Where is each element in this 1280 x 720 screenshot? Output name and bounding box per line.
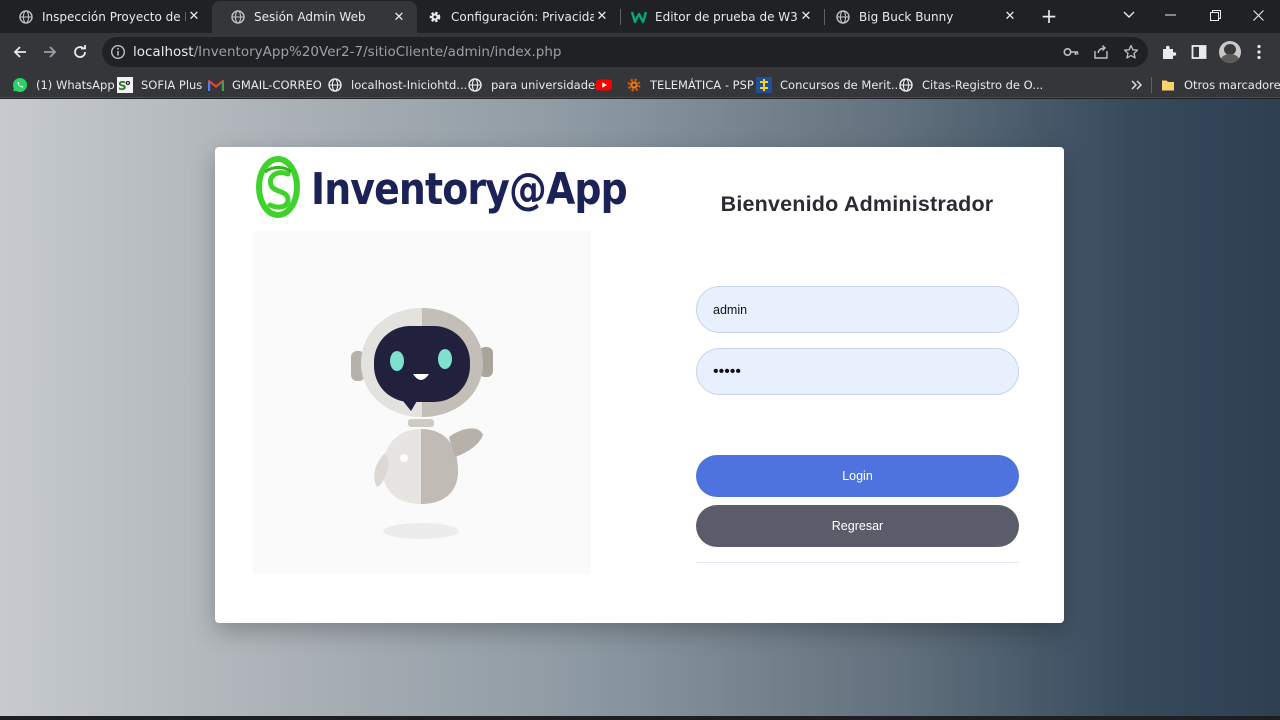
settings-icon	[626, 77, 642, 93]
bookmark-universidades[interactable]: para universidades	[467, 76, 601, 94]
form-divider	[696, 562, 1019, 563]
globe-icon	[327, 77, 343, 93]
bookmark-label: para universidades	[491, 78, 602, 92]
gmail-icon	[208, 77, 224, 93]
other-bookmarks-label: Otros marcadores	[1184, 78, 1280, 92]
close-tab-icon[interactable]: ✕	[391, 9, 407, 25]
tab-sesion-admin[interactable]: Sesión Admin Web ✕	[212, 1, 417, 33]
bookmark-citas[interactable]: Citas-Registro de O...	[898, 76, 1043, 94]
login-button[interactable]: Login	[696, 455, 1019, 497]
bookmark-label: (1) WhatsApp	[36, 78, 115, 92]
bookmark-star-icon[interactable]	[1123, 44, 1139, 60]
new-tab-button[interactable]: +	[1038, 4, 1060, 28]
robot-mascot-icon	[351, 308, 493, 539]
close-tab-icon[interactable]: ✕	[1002, 9, 1018, 25]
login-card: Inventory@App Bienvenido Administrador a…	[215, 147, 1064, 623]
folder-icon	[1160, 77, 1176, 93]
bookmark-whatsapp[interactable]: (1) WhatsApp	[12, 76, 115, 94]
sofia-icon: So	[117, 77, 133, 93]
tab-title: Sesión Admin Web	[254, 10, 366, 24]
info-icon[interactable]	[110, 44, 126, 60]
robot-illustration	[253, 231, 591, 574]
bookmarks-overflow-chevron-icon[interactable]	[1131, 76, 1143, 94]
share-icon[interactable]	[1093, 44, 1109, 60]
bookmarks-bar: (1) WhatsApp So SOFIA Plus GMAIL-CORREO …	[0, 71, 1280, 98]
restore-button[interactable]	[1193, 0, 1238, 30]
browser-toolbar: localhost/InventoryApp%20Ver2-7/sitioCli…	[0, 33, 1280, 71]
bookmark-label: localhost-Iniciohtd...	[351, 78, 468, 92]
globe-icon	[467, 77, 483, 93]
url-host: localhost	[133, 44, 194, 60]
tab-big-buck-bunny[interactable]: Big Buck Bunny ✕	[825, 0, 1028, 33]
url-path: /InventoryApp%20Ver2-7/sitioCliente/admi…	[193, 44, 562, 60]
svg-text:o: o	[126, 79, 131, 87]
bookmark-telematica[interactable]: TELEMÁTICA - PSP	[626, 76, 754, 94]
tab-configuracion[interactable]: Configuración: Privacidad y seguridad ✕	[417, 0, 620, 33]
bookmark-concursos[interactable]: Concursos de Merit...	[756, 76, 902, 94]
logo-text: Inventory@App	[311, 164, 628, 215]
whatsapp-icon	[12, 77, 28, 93]
tab-title: Inspección Proyecto de Formación	[42, 9, 186, 24]
tab-search-button[interactable]	[1106, 0, 1151, 30]
bookmark-sofia-plus[interactable]: So SOFIA Plus	[117, 76, 202, 94]
tab-title: Editor de prueba de W3Schools	[655, 9, 798, 24]
avatar-body	[1221, 54, 1239, 63]
welcome-heading: Bienvenido Administrador	[720, 192, 994, 216]
tab-w3schools[interactable]: Editor de prueba de W3Schools ✕	[621, 0, 824, 33]
globe-icon	[18, 9, 34, 25]
youtube-icon	[596, 77, 612, 93]
bookmark-localhost[interactable]: localhost-Iniciohtd...	[327, 76, 467, 94]
other-bookmarks-folder[interactable]: Otros marcadores	[1160, 76, 1280, 94]
bookmark-youtube[interactable]	[596, 76, 620, 94]
side-panel-icon[interactable]	[1190, 43, 1208, 61]
cnsc-icon	[756, 77, 772, 93]
forward-arrow-icon[interactable]	[36, 38, 64, 66]
reload-icon[interactable]	[66, 38, 94, 66]
bookmark-label: Citas-Registro de O...	[922, 78, 1044, 92]
bookmark-gmail[interactable]: GMAIL-CORREO	[208, 76, 322, 94]
close-window-button[interactable]	[1236, 0, 1280, 30]
tab-inspeccion[interactable]: Inspección Proyecto de Formación ✕	[0, 0, 212, 33]
bookmarks-separator	[1151, 77, 1152, 93]
globe-icon	[898, 77, 914, 93]
kebab-menu-icon[interactable]	[1250, 43, 1268, 61]
password-input[interactable]	[696, 348, 1019, 395]
tab-strip: Inspección Proyecto de Formación ✕ Sesió…	[0, 0, 1280, 33]
close-tab-icon[interactable]: ✕	[594, 9, 610, 25]
globe-icon	[835, 9, 851, 25]
bookmark-label: GMAIL-CORREO	[232, 78, 322, 92]
logo-swirl-icon	[256, 156, 300, 218]
bookmark-label: Concursos de Merit...	[780, 78, 902, 92]
back-button[interactable]: Regresar	[696, 505, 1019, 547]
url-text: localhost/InventoryApp%20Ver2-7/sitioCli…	[133, 44, 561, 60]
close-tab-icon[interactable]: ✕	[798, 9, 814, 25]
address-bar[interactable]: localhost/InventoryApp%20Ver2-7/sitioCli…	[102, 37, 1148, 67]
profile-avatar[interactable]	[1219, 41, 1241, 63]
tab-title: Big Buck Bunny	[859, 9, 954, 24]
page-viewport: Inventory@App Bienvenido Administrador a…	[0, 99, 1280, 716]
key-icon[interactable]	[1063, 44, 1079, 60]
minimize-button[interactable]	[1148, 0, 1193, 30]
globe-icon	[230, 9, 246, 25]
w3schools-icon	[631, 9, 647, 25]
bookmark-label: SOFIA Plus	[141, 78, 203, 92]
close-tab-icon[interactable]: ✕	[186, 9, 202, 25]
back-arrow-icon[interactable]	[6, 38, 34, 66]
window-bottom-edge	[0, 716, 1280, 720]
inventory-app-logo: Inventory@App	[255, 154, 628, 224]
bookmark-label: TELEMÁTICA - PSP	[650, 78, 754, 92]
username-input[interactable]	[696, 286, 1019, 333]
tab-title: Configuración: Privacidad y seguridad	[451, 9, 594, 24]
gear-icon	[427, 9, 443, 25]
extensions-puzzle-icon[interactable]	[1160, 43, 1178, 61]
